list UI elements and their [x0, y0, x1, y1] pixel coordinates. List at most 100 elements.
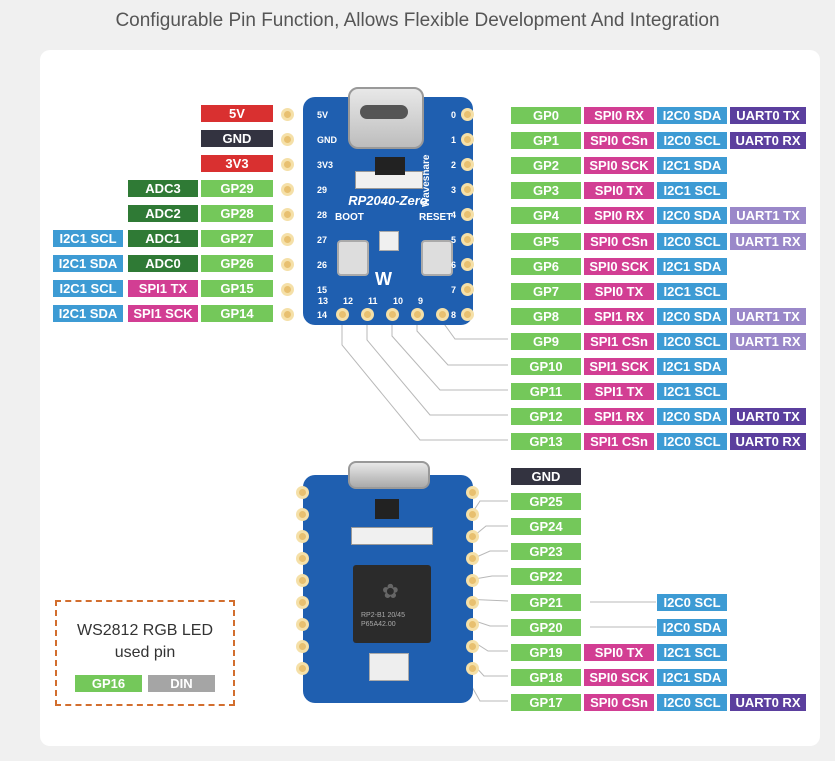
- silk-label: 15: [317, 285, 328, 295]
- pin-pad: [336, 308, 349, 321]
- left-pin-label: ADC1: [128, 230, 198, 247]
- silk-label: 0: [451, 110, 457, 120]
- right-pin-label: GP13: [511, 433, 581, 451]
- bottom-pin-label: SPI0 SCK: [584, 668, 654, 686]
- rgb-led: [379, 231, 399, 251]
- pin-pad: [296, 486, 309, 499]
- pin-pad: [411, 308, 424, 321]
- pin-pad: [296, 552, 309, 565]
- silk-label: 2: [451, 160, 457, 170]
- header-strip-bottom: [351, 527, 433, 545]
- waveshare-logo-icon: W: [375, 269, 392, 289]
- pin-pad: [466, 508, 479, 521]
- right-pin-label: I2C1 SCL: [657, 383, 727, 401]
- right-pin-label: SPI0 RX: [584, 107, 654, 124]
- boot-label: BOOT: [335, 212, 364, 223]
- silk-label: 5V: [317, 110, 329, 120]
- pin-pad: [461, 208, 474, 221]
- right-pin-label: GP3: [511, 182, 581, 200]
- silk-label: 4: [451, 210, 457, 220]
- usb-c-slot: [360, 105, 408, 119]
- right-pin-label: GP7: [511, 282, 581, 300]
- right-pin-label: UART0 RX: [730, 132, 806, 150]
- pin-pad: [461, 258, 474, 271]
- right-pin-label: SPI0 SCK: [584, 157, 654, 175]
- right-pin-label: I2C0 SDA: [657, 307, 727, 325]
- silk-label: 27: [317, 235, 328, 245]
- right-pin-label: UART1 RX: [730, 332, 806, 350]
- board-name: RP2040-Zero: [348, 193, 428, 208]
- left-pin-label: I2C1 SCL: [53, 280, 123, 297]
- bottom-pin-label: I2C0 SCL: [657, 593, 727, 611]
- right-pin-label: SPI1 SCK: [584, 358, 654, 375]
- led-line2: used pin: [114, 644, 176, 661]
- led-din-label: DIN: [148, 675, 215, 692]
- pin-pad: [281, 233, 294, 246]
- bottom-pin-label: SPI0 CSn: [584, 693, 654, 711]
- boot-button[interactable]: [337, 240, 369, 276]
- pin-pad: [361, 308, 374, 321]
- left-pin-label: GP14: [201, 305, 273, 322]
- bottom-pin-label: GP21: [511, 593, 581, 611]
- pin-pad: [296, 618, 309, 631]
- silk-label: 3: [451, 185, 457, 195]
- bottom-pin-label: UART0 RX: [730, 693, 806, 711]
- left-pin-label: ADC3: [128, 180, 198, 197]
- silk-label: 26: [317, 260, 328, 270]
- silk-label: 14: [317, 310, 328, 320]
- right-pin-label: GP4: [511, 207, 581, 225]
- bottom-pin-label: I2C0 SDA: [657, 618, 727, 636]
- bottom-pin-label: GP22: [511, 568, 581, 586]
- right-pin-label: GP10: [511, 358, 581, 375]
- right-pin-label: GP1: [511, 132, 581, 150]
- bottom-pin-label: GP17: [511, 693, 581, 711]
- chip: [375, 157, 405, 175]
- pin-pad: [466, 574, 479, 587]
- silk-label: 6: [451, 260, 457, 270]
- reset-label: RESET: [419, 212, 453, 223]
- right-pin-label: GP5: [511, 232, 581, 250]
- rp2040-chip: [353, 565, 431, 643]
- silk-label: 5: [451, 235, 457, 245]
- pin-pad: [461, 133, 474, 146]
- left-pin-label: SPI1 SCK: [128, 305, 198, 322]
- silk-label: 10: [393, 296, 404, 306]
- bottom-pin-label: GND: [511, 468, 581, 485]
- silk-label: 29: [317, 185, 328, 195]
- pin-pad: [296, 574, 309, 587]
- chip-text: RP2-B1 20/45 P65A42.00: [361, 612, 405, 628]
- reset-button[interactable]: [421, 240, 453, 276]
- bottom-pin-label: GP25: [511, 493, 581, 511]
- silk-label: 11: [368, 296, 378, 306]
- right-pin-label: I2C1 SCL: [657, 182, 727, 200]
- bottom-pin-label: GP18: [511, 668, 581, 686]
- rp2040-zero-board-bottom: ✿ RP2-B1 20/45 P65A42.00: [303, 461, 473, 703]
- left-pin-label: ADC2: [128, 205, 198, 222]
- silk-label: 9: [418, 296, 424, 306]
- pin-pad: [461, 233, 474, 246]
- right-pin-label: GP2: [511, 157, 581, 175]
- pin-pad: [296, 530, 309, 543]
- right-pin-label: SPI0 TX: [584, 282, 654, 300]
- usb-c-connector-bottom: [348, 461, 430, 489]
- pin-pad: [466, 618, 479, 631]
- right-pin-label: I2C0 SCL: [657, 132, 727, 150]
- pin-pad: [461, 308, 474, 321]
- right-pin-label: I2C0 SDA: [657, 207, 727, 225]
- pin-pad: [281, 108, 294, 121]
- right-pin-label: UART1 TX: [730, 207, 806, 225]
- right-pin-label: I2C0 SDA: [657, 408, 727, 426]
- right-pin-label: UART1 RX: [730, 232, 806, 250]
- pin-pad: [466, 530, 479, 543]
- right-pin-label: GP6: [511, 257, 581, 275]
- pin-pad: [281, 283, 294, 296]
- right-pin-label: UART0 TX: [730, 408, 806, 426]
- pin-pad: [436, 308, 449, 321]
- led-gp-label: GP16: [75, 675, 142, 692]
- right-pin-label: UART0 RX: [730, 433, 806, 451]
- bottom-pin-label: GP19: [511, 643, 581, 661]
- pin-pad: [281, 133, 294, 146]
- silk-label: 28: [317, 210, 328, 220]
- right-pin-label: SPI1 CSn: [584, 332, 654, 350]
- bottom-pin-label: SPI0 TX: [584, 643, 654, 661]
